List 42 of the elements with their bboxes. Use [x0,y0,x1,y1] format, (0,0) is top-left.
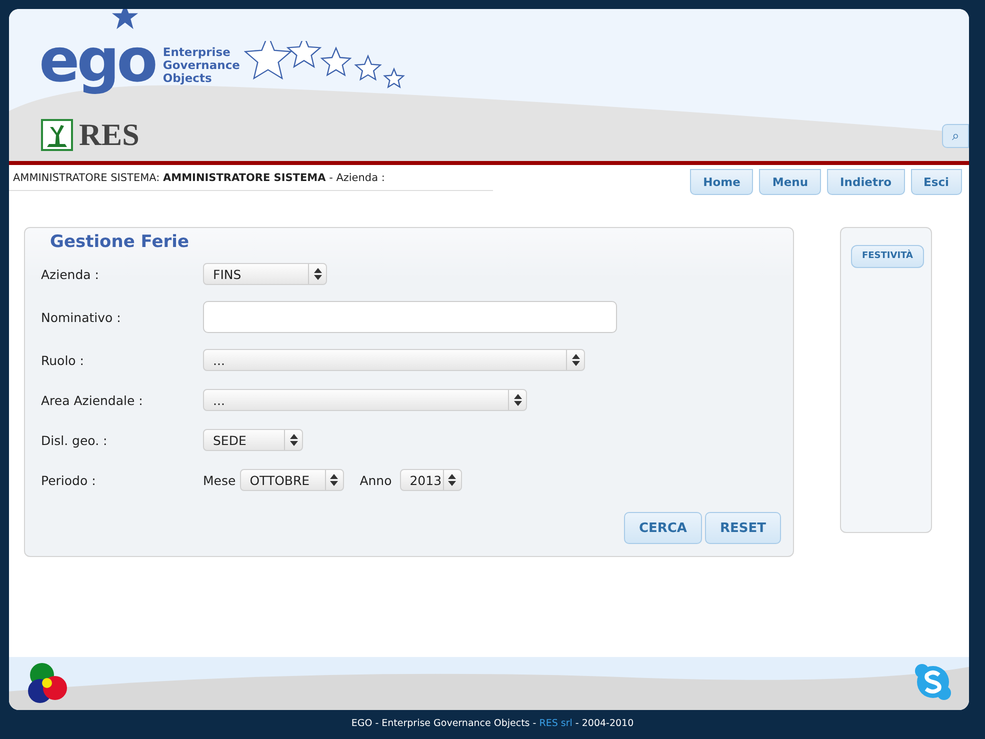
logo-text: ego [39,26,155,96]
action-button[interactable]: CERCA [624,512,702,544]
company-logo-text: RES [79,117,140,153]
nav-button[interactable]: Esci [910,169,962,195]
field-label: Anno [360,472,392,488]
field-label: Area Aziendale : [41,392,144,408]
field-label: Ruolo : [41,352,85,368]
star-icon [111,9,139,31]
updown-icon [572,354,580,366]
tree-icon [41,119,73,151]
field-label: Disl. geo. : [41,432,108,448]
dropdown[interactable]: OTTOBRE [240,469,344,491]
dropdown[interactable]: ... [203,389,527,411]
company-link[interactable]: RES srl [539,718,572,729]
field-label: Nominativo : [41,310,122,324]
input-field[interactable] [203,301,617,333]
nav-button[interactable]: Indietro [827,169,905,195]
nav-button[interactable]: Menu [759,169,822,195]
logo-tagline: Governance [162,59,240,72]
logo-tagline: Enterprise [162,46,232,59]
search-button[interactable]: ⌕ [942,124,969,148]
chat-icon [913,662,953,702]
action-button[interactable]: RESET [704,512,781,544]
dropdown[interactable]: 2013 [400,469,462,491]
user-info: AMMINISTRATORE SISTEMA: AMMINISTRATORE SISTEMA - Azienda : [9,167,493,191]
dropdown[interactable]: ... [203,349,585,371]
nav-button[interactable]: Home [690,169,754,195]
dropdown[interactable]: FINS [203,263,327,285]
copyright-text: EGO - Enterprise Governance Objects - RES srl - 2004-2010 [350,718,635,729]
updown-icon [314,268,322,280]
updown-icon [514,394,522,406]
color-circles-icon [26,661,70,705]
dropdown[interactable]: SEDE [203,429,303,451]
field-label: Mese [203,472,236,488]
updown-icon [330,474,338,486]
form-title: Gestione Ferie [49,232,190,252]
holidays-button[interactable]: FESTIVITÀ [851,244,924,268]
updown-icon [448,474,456,486]
logo-tagline: Objects [162,72,213,85]
field-label: Azienda : [41,266,100,282]
updown-icon [290,434,298,446]
field-label: Periodo : [41,472,97,488]
